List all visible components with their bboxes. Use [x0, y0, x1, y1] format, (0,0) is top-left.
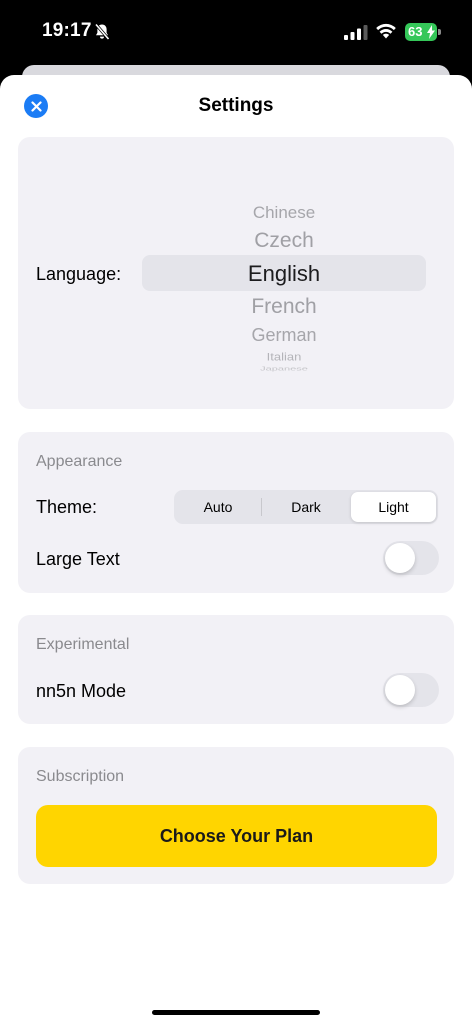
subscription-header: Subscription	[36, 768, 125, 785]
home-indicator[interactable]	[152, 1010, 320, 1015]
language-label: Language:	[36, 264, 122, 284]
picker-option-english[interactable]: English	[142, 261, 426, 287]
experimental-header: Experimental	[36, 636, 130, 653]
large-text-label: Large Text	[36, 549, 120, 569]
theme-option-dark[interactable]: Dark	[262, 490, 350, 524]
choose-plan-button[interactable]: Choose Your Plan	[36, 805, 437, 867]
nn5n-mode-toggle[interactable]	[383, 673, 439, 707]
status-bar: 19:17 63	[0, 0, 472, 64]
experimental-card: Experimental nn5n Mode	[18, 615, 454, 724]
picker-option-czech[interactable]: Czech	[142, 229, 426, 253]
battery-indicator: 63	[405, 23, 442, 41]
picker-option-french[interactable]: French	[142, 295, 426, 319]
picker-option-italian[interactable]: Italian	[142, 350, 426, 363]
charging-bolt-icon	[427, 25, 435, 39]
toggle-knob	[385, 543, 415, 573]
status-time: 19:17	[42, 20, 92, 41]
language-picker[interactable]: Chinese Czech English French German Ital…	[142, 197, 426, 373]
page-title: Settings	[198, 95, 274, 116]
theme-label: Theme:	[36, 497, 98, 517]
picker-option-japanese[interactable]: Japanese	[142, 366, 426, 372]
battery-cap	[438, 29, 441, 35]
bell-off-icon	[94, 23, 110, 40]
appearance-card: Appearance Theme: Auto Dark Light Large …	[18, 432, 454, 593]
language-card: Language: Chinese Czech English French G…	[18, 137, 454, 409]
theme-segmented-control: Auto Dark Light	[174, 490, 438, 524]
theme-option-auto[interactable]: Auto	[174, 490, 262, 524]
theme-option-light[interactable]: Light	[351, 492, 436, 522]
toggle-knob	[385, 675, 415, 705]
nn5n-mode-label: nn5n Mode	[36, 681, 127, 701]
settings-sheet: Settings Language: Chinese Czech English…	[0, 75, 472, 1035]
large-text-toggle[interactable]	[383, 541, 439, 575]
wifi-icon	[376, 23, 396, 39]
appearance-header: Appearance	[36, 453, 123, 470]
picker-option-chinese[interactable]: Chinese	[142, 203, 426, 223]
picker-option-german[interactable]: German	[142, 325, 426, 346]
cellular-signal-icon	[344, 25, 368, 40]
subscription-card: Subscription Choose Your Plan	[18, 747, 454, 884]
